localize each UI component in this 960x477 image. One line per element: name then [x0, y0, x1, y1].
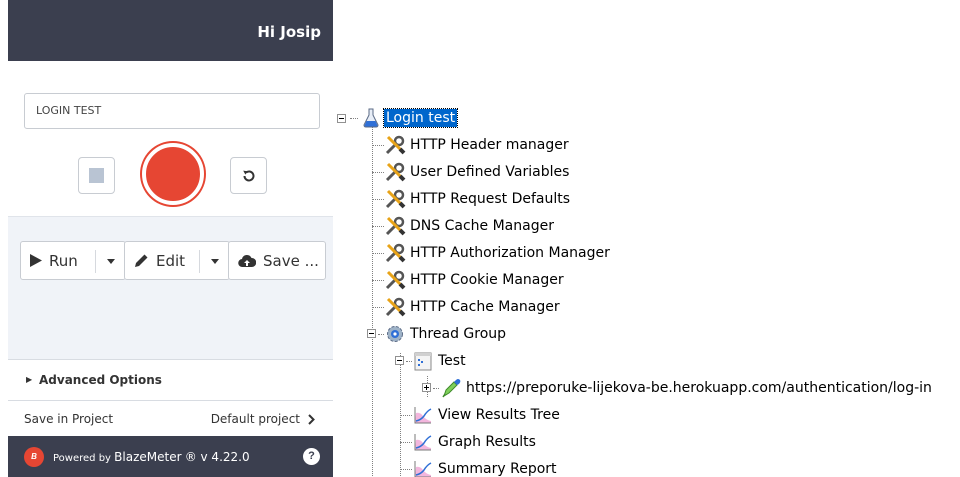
caret-right-icon: ▶	[26, 375, 33, 384]
pencil-icon	[135, 254, 148, 267]
controller-icon	[414, 352, 432, 371]
graph-icon	[414, 461, 432, 477]
tree-node-test-plan[interactable]: Login test	[360, 107, 459, 129]
stop-button[interactable]	[78, 157, 115, 194]
wrench-icon	[385, 243, 406, 263]
save-in-project-label: Save in Project	[24, 412, 114, 426]
wrench-icon	[385, 135, 406, 155]
tree-node-label: View Results Tree	[438, 407, 560, 423]
tree-node-label: HTTP Cache Manager	[410, 299, 560, 315]
tree-connector	[372, 307, 384, 308]
tree-node-label: Test	[438, 353, 466, 369]
wrench-icon	[385, 162, 406, 182]
tree-node-config[interactable]: User Defined Variables	[384, 161, 571, 183]
wrench-icon	[385, 297, 406, 317]
edit-label: Edit	[156, 251, 186, 270]
wrench-icon	[385, 270, 406, 290]
wrench-icon	[385, 189, 406, 209]
wrench-icon	[385, 216, 406, 236]
tree-node-thread-group[interactable]: Thread Group	[384, 323, 508, 345]
run-dropdown-toggle[interactable]	[95, 250, 125, 273]
tree-connector	[400, 442, 412, 443]
tree-node-listener[interactable]: Summary Report	[412, 458, 559, 477]
version-text: ® v 4.22.0	[184, 450, 250, 464]
tree-node-listener[interactable]: View Results Tree	[412, 404, 562, 426]
run-button[interactable]: Run	[20, 241, 126, 280]
tree-node-label: Graph Results	[438, 434, 536, 450]
play-icon	[30, 254, 42, 267]
stop-icon	[89, 168, 104, 183]
edit-button[interactable]: Edit	[124, 241, 230, 280]
tree-node-config[interactable]: HTTP Request Defaults	[384, 188, 572, 210]
actions-area: Run Edit Save ...	[8, 216, 333, 359]
tree-connector	[372, 172, 384, 173]
powered-by-text: Powered by	[53, 453, 111, 464]
blazemeter-panel: Hi Josip LOGIN TEST Run Edit Save ... ▶ …	[8, 0, 333, 477]
tree-node-listener[interactable]: Graph Results	[412, 431, 538, 453]
tree-node-config[interactable]: HTTP Cookie Manager	[384, 269, 566, 291]
tree-connector	[372, 226, 384, 227]
footer-bar: B Powered by BlazeMeter ® v 4.22.0 ?	[8, 436, 333, 477]
cloud-upload-icon	[238, 254, 256, 267]
test-name-input[interactable]: LOGIN TEST	[24, 93, 320, 129]
help-icon[interactable]: ?	[303, 448, 320, 465]
graph-icon	[414, 434, 432, 451]
tree-connector	[372, 280, 384, 281]
user-greeting[interactable]: Hi Josip	[257, 23, 321, 41]
collapse-toggle[interactable]	[395, 356, 404, 365]
tree-node-label: HTTP Request Defaults	[410, 191, 571, 207]
tree-node-label: DNS Cache Manager	[410, 218, 554, 234]
top-bar: Hi Josip	[8, 0, 333, 61]
collapse-toggle[interactable]	[337, 114, 346, 123]
save-label: Save ...	[263, 251, 319, 270]
tree-node-label: Summary Report	[438, 461, 557, 477]
tree-node-sampler[interactable]: https://preporuke-lijekova-be.herokuapp.…	[440, 377, 934, 399]
expand-toggle[interactable]	[422, 383, 431, 392]
tree-connector	[372, 145, 384, 146]
chevron-right-icon	[308, 413, 315, 425]
save-button[interactable]: Save ...	[228, 241, 326, 280]
tree-connector	[400, 415, 412, 416]
tree-connector	[372, 253, 384, 254]
project-name: Default project	[210, 412, 300, 426]
tree-node-label: HTTP Cookie Manager	[410, 272, 564, 288]
tree-connector	[433, 388, 439, 389]
reset-button[interactable]	[230, 157, 267, 194]
tree-node-controller[interactable]: Test	[412, 350, 468, 372]
tree-connector	[372, 199, 384, 200]
tree-node-label: HTTP Header manager	[410, 137, 569, 153]
caret-down-icon	[106, 259, 115, 264]
tree-node-config[interactable]: HTTP Authorization Manager	[384, 242, 612, 264]
tree-connector	[372, 127, 373, 477]
tree-connector	[400, 469, 412, 470]
tree-node-config[interactable]: HTTP Header manager	[384, 134, 571, 156]
tree-node-config[interactable]: HTTP Cache Manager	[384, 296, 562, 318]
gear-icon	[387, 326, 403, 342]
tree-connector	[350, 118, 358, 119]
advanced-options-toggle[interactable]: ▶ Advanced Options	[8, 359, 333, 401]
graph-icon	[414, 407, 432, 424]
tree-node-label: HTTP Authorization Manager	[410, 245, 610, 261]
edit-dropdown-toggle[interactable]	[199, 250, 229, 273]
record-button[interactable]	[142, 143, 204, 205]
tree-node-label: Thread Group	[410, 326, 507, 342]
tree-node-label: https://preporuke-lijekova-be.herokuapp.…	[466, 380, 932, 396]
run-label: Run	[49, 251, 78, 270]
tree-node-config[interactable]: DNS Cache Manager	[384, 215, 556, 237]
flask-icon	[363, 108, 379, 128]
save-in-project-row[interactable]: Save in Project Default project	[8, 401, 333, 436]
test-plan-tree: Login test HTTP Header manager User Defi…	[336, 105, 960, 477]
brand-name: BlazeMeter	[114, 450, 182, 464]
caret-down-icon	[210, 259, 219, 264]
reset-icon	[242, 169, 254, 181]
collapse-toggle[interactable]	[367, 329, 376, 338]
advanced-options-label: Advanced Options	[39, 373, 162, 387]
tree-node-label: Login test	[382, 108, 459, 128]
pipette-icon	[442, 379, 461, 398]
tree-node-label: User Defined Variables	[410, 164, 570, 180]
blazemeter-logo: B	[24, 447, 44, 467]
